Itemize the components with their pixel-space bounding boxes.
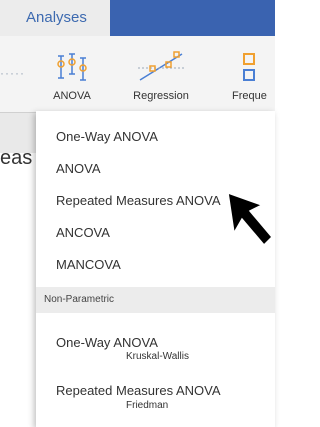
ribbon-overflow-dots: ····· [0, 66, 25, 80]
menu-item-ancova[interactable]: ANCOVA [56, 225, 110, 240]
menu-item-repeated-measures-anova[interactable]: Repeated Measures ANOVA [56, 193, 221, 208]
menu-item-kruskal-wallis-label: One-Way ANOVA [56, 335, 158, 350]
menu-item-kruskal-wallis[interactable]: One-Way ANOVA [56, 335, 158, 350]
regression-button-label: Regression [133, 90, 189, 102]
menu-item-one-way-anova[interactable]: One-Way ANOVA [56, 129, 158, 144]
anova-dropdown-menu: One-Way ANOVA ANOVA Repeated Measures AN… [36, 111, 275, 427]
frequencies-button-label: Freque [232, 90, 267, 102]
frequencies-icon [243, 53, 255, 81]
background-heading: eas [0, 147, 33, 169]
tab-analyses[interactable]: Analyses [14, 0, 110, 36]
menu-item-friedman-label: Repeated Measures ANOVA [56, 383, 221, 398]
menu-section-non-parametric: Non-Parametric [36, 287, 275, 313]
menu-item-mancova[interactable]: MANCOVA [56, 257, 121, 272]
regression-button[interactable]: Regression [126, 50, 196, 106]
menu-item-anova[interactable]: ANOVA [56, 161, 101, 176]
anova-button-label: ANOVA [53, 90, 91, 102]
tab-analyses-label: Analyses [26, 9, 87, 26]
regression-icon [138, 51, 184, 81]
menu-item-kruskal-wallis-sub: Kruskal-Wallis [126, 351, 189, 362]
tab-bar-accent [110, 0, 275, 36]
pointer-arrow-icon [228, 193, 274, 247]
anova-button[interactable]: ANOVA [50, 50, 94, 106]
anova-icon [57, 53, 87, 81]
frequencies-button[interactable]: Freque [226, 50, 275, 106]
menu-item-friedman-sub: Friedman [126, 400, 169, 411]
menu-item-friedman[interactable]: Repeated Measures ANOVA [56, 383, 221, 398]
